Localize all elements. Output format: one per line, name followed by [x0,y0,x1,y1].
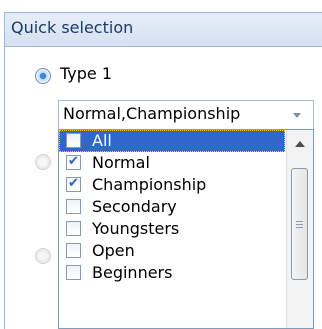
dropdown-item-label: All [92,131,112,150]
grip-line [296,227,303,228]
radio-type-1[interactable] [35,68,51,84]
checkbox[interactable] [66,265,81,280]
dropdown-item-label: Championship [92,175,207,194]
checkmark-icon: ✔ [68,154,79,169]
scroll-up-arrow-icon[interactable] [295,141,305,147]
dropdown-items: All ✔ Normal ✔ Championship Secondary Youngste… [59,130,285,284]
dropdown-item-beginners[interactable]: Beginners [59,262,285,284]
dropdown-item-secondary[interactable]: Secondary [59,196,285,218]
checkbox[interactable] [66,243,81,258]
checkbox[interactable] [66,221,81,236]
grip-line [296,224,303,225]
dropdown-item-youngsters[interactable]: Youngsters [59,218,285,240]
grip-line [296,221,303,222]
combobox-value: Normal,Championship [63,104,241,123]
chevron-down-icon[interactable] [293,113,301,118]
checkbox[interactable]: ✔ [66,176,81,192]
dropdown-item-open[interactable]: Open [59,240,285,262]
radio-option-2[interactable] [35,154,51,170]
checkmark-icon: ✔ [68,176,79,191]
radio-option-3[interactable] [35,248,51,264]
dropdown-item-label: Normal [92,153,150,172]
radio-type-1-label[interactable]: Type 1 [60,64,112,83]
panel-title: Quick selection [5,13,322,47]
dropdown-item-all[interactable]: All [59,130,285,152]
checkbox[interactable]: ✔ [66,154,81,170]
dropdown-item-label: Open [92,241,135,260]
dropdown-item-label: Beginners [92,263,173,282]
dropdown-item-label: Youngsters [92,219,180,238]
checkbox-dropdown-list[interactable]: All ✔ Normal ✔ Championship Secondary Youngste… [58,129,314,329]
type-1-combobox[interactable]: Normal,Championship [58,100,314,129]
dropdown-item-championship[interactable]: ✔ Championship [59,174,285,196]
checkbox[interactable] [66,199,81,214]
dropdown-item-label: Secondary [92,197,177,216]
dropdown-item-normal[interactable]: ✔ Normal [59,152,285,174]
scrollbar-thumb[interactable] [291,168,308,280]
dropdown-scrollbar[interactable] [286,130,313,328]
checkbox[interactable] [66,133,81,148]
